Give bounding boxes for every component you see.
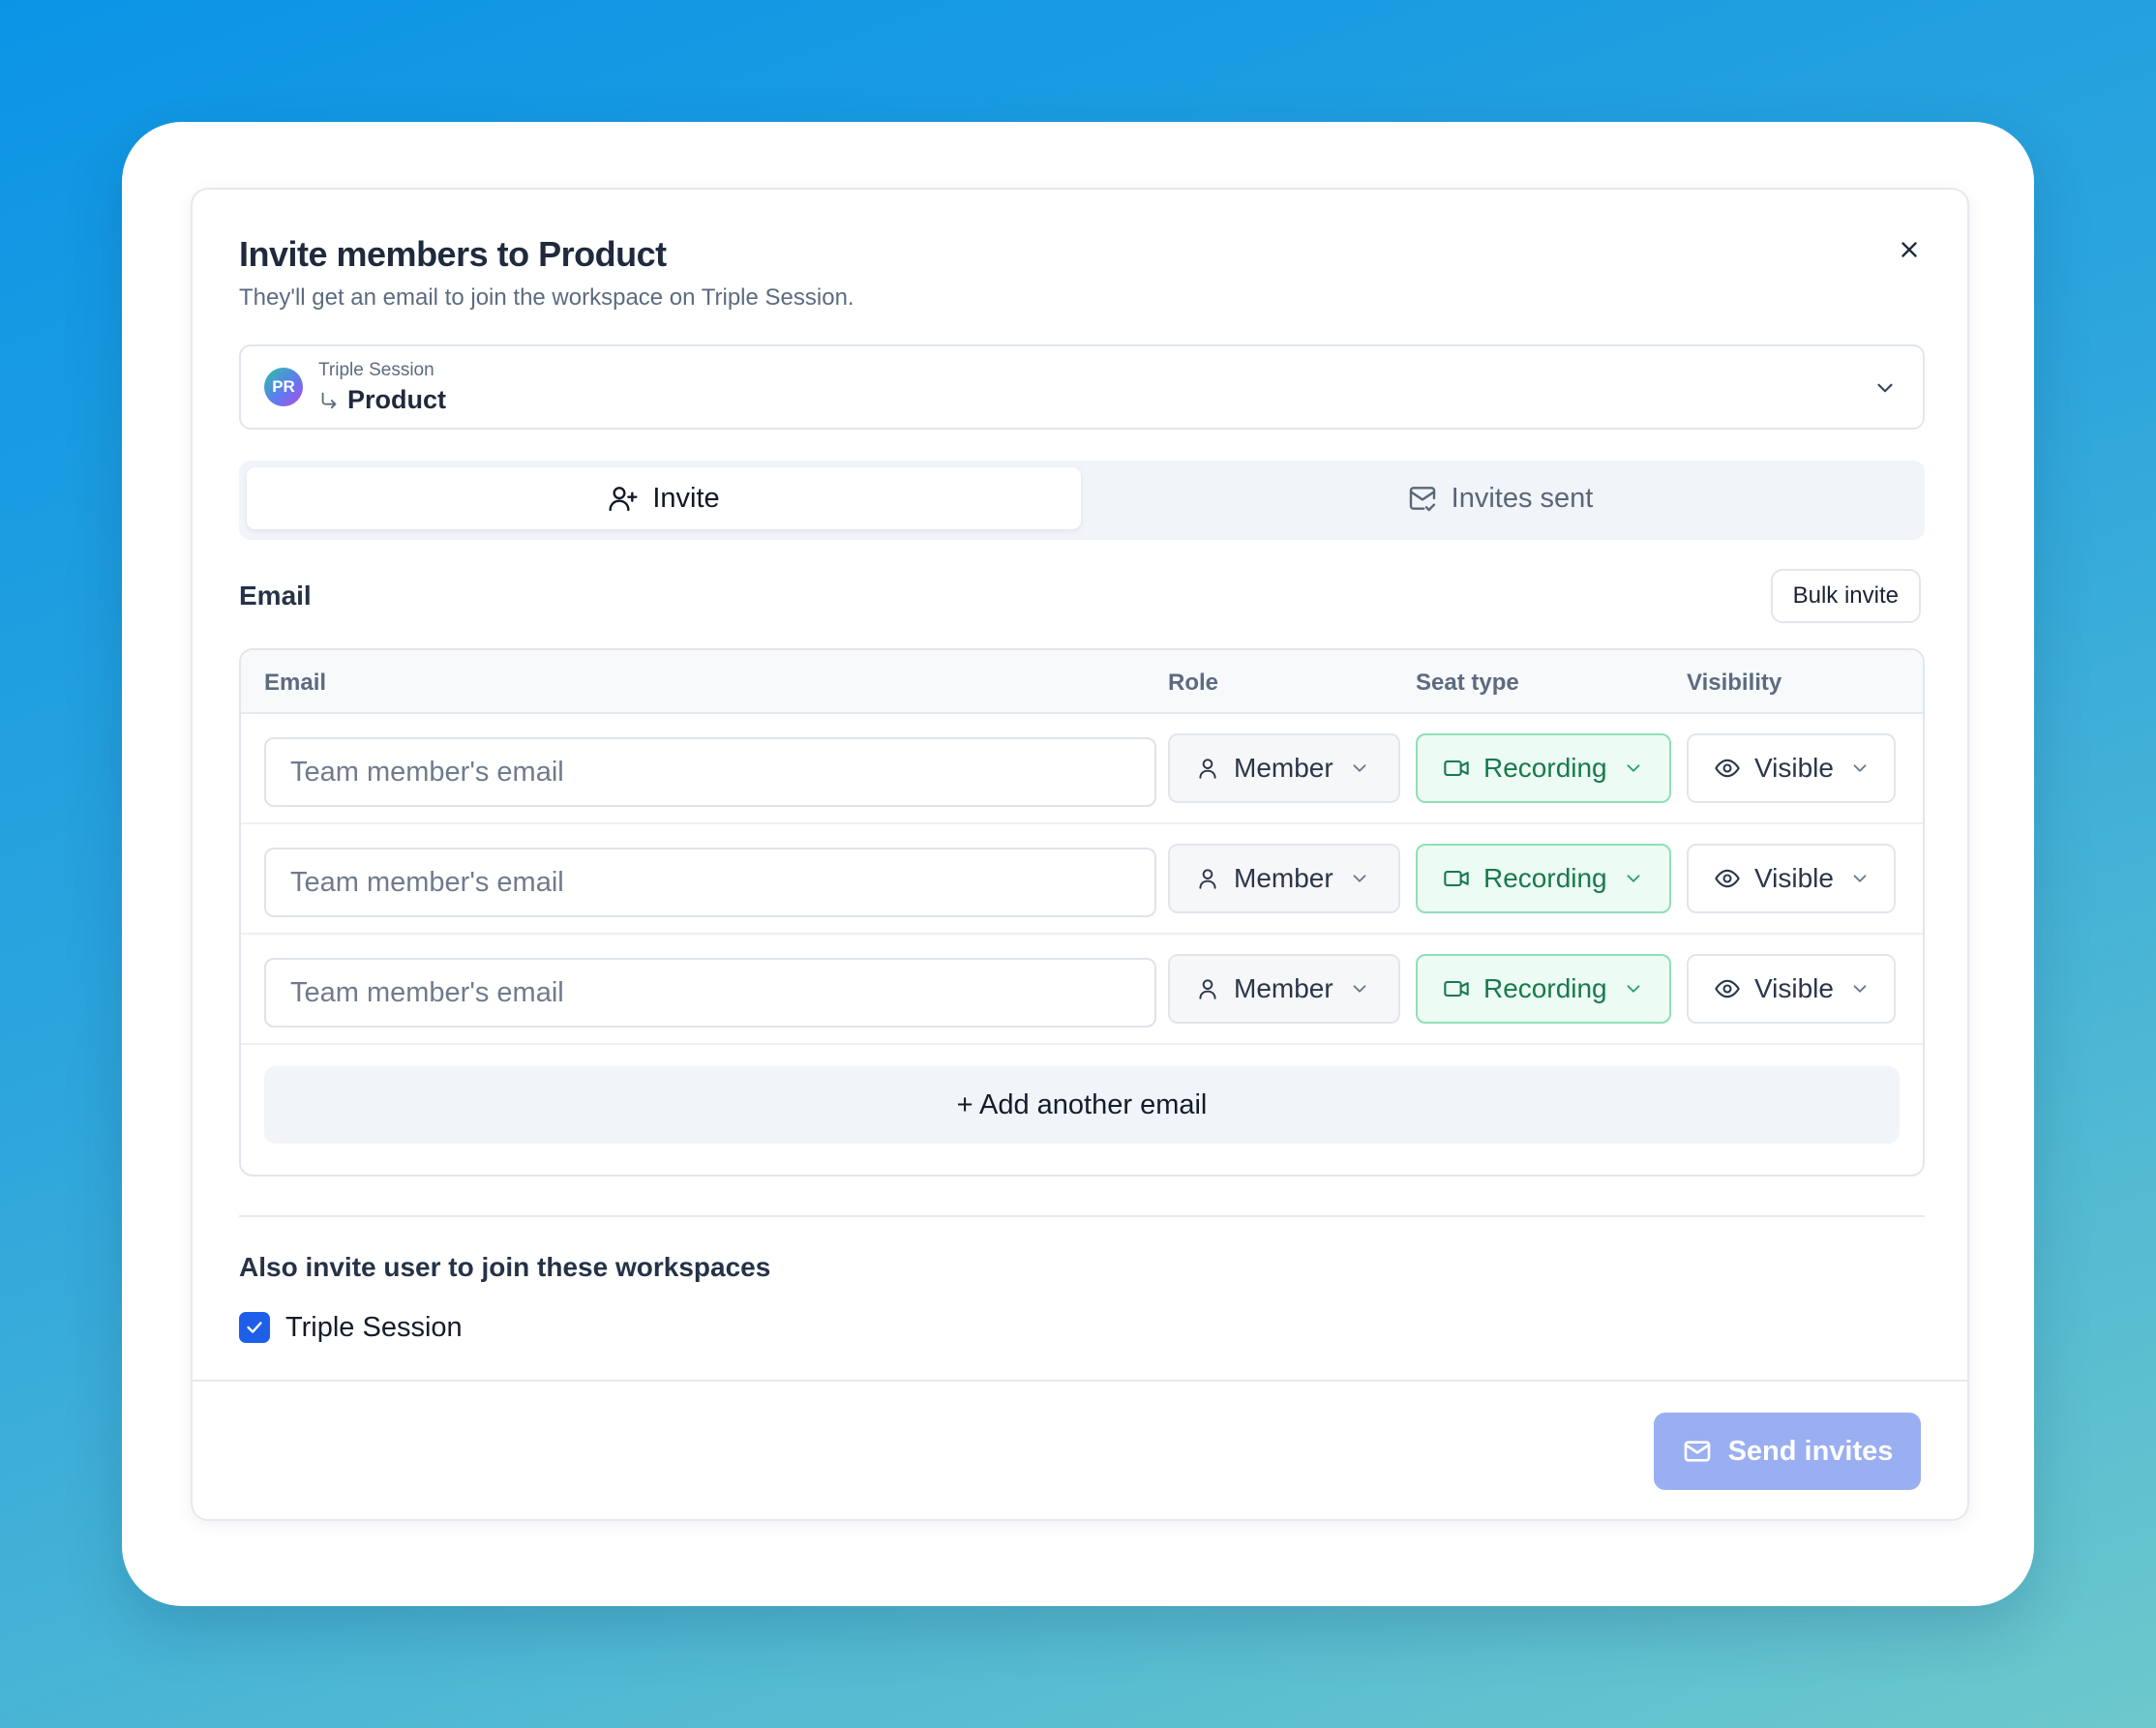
seat-type-value: Recording (1483, 753, 1607, 783)
workspace-checkbox-label[interactable]: Triple Session (285, 1312, 463, 1344)
table-header: Email Role Seat type Visibility (241, 650, 1923, 714)
video-icon (1444, 760, 1469, 777)
video-icon (1444, 870, 1469, 887)
sub-arrow-icon (321, 392, 337, 408)
user-plus-icon (609, 487, 638, 512)
email-field[interactable] (264, 958, 1156, 1028)
visibility-dropdown[interactable]: Visible (1687, 844, 1896, 913)
header-email: Email (264, 670, 327, 696)
bulk-invite-button[interactable]: Bulk invite (1770, 569, 1921, 623)
workspace-checkbox[interactable] (239, 1312, 270, 1343)
role-value: Member (1234, 973, 1333, 1003)
footer-divider (193, 1380, 1967, 1382)
add-another-email-button[interactable]: + Add another email (264, 1066, 1900, 1144)
seat-type-value: Recording (1483, 973, 1607, 1003)
close-icon (1901, 242, 1917, 257)
send-invites-button[interactable]: Send invites (1654, 1413, 1921, 1490)
email-field[interactable] (264, 737, 1156, 807)
user-icon (1199, 869, 1216, 889)
role-dropdown[interactable]: Member (1168, 844, 1400, 913)
chevron-down-icon (1353, 764, 1366, 772)
chevron-down-icon (1353, 985, 1366, 993)
header-seat-type: Seat type (1416, 670, 1519, 696)
table-row: Member Recording Visible (241, 935, 1923, 1045)
chevron-down-icon (1853, 764, 1867, 772)
check-icon (247, 1322, 262, 1333)
tab-bar: Invite Invites sent (239, 461, 1925, 540)
video-icon (1444, 980, 1469, 998)
table-row: Member Recording Visible (241, 824, 1923, 935)
workspace-avatar: PR (264, 368, 303, 406)
chevron-down-icon (1853, 875, 1867, 882)
send-invites-label: Send invites (1727, 1435, 1894, 1467)
role-dropdown[interactable]: Member (1168, 733, 1400, 803)
tab-invite-label: Invite (652, 482, 720, 514)
tab-invites-sent-label: Invites sent (1451, 482, 1594, 514)
visibility-value: Visible (1754, 753, 1834, 783)
eye-icon (1715, 759, 1740, 778)
workspace-selector[interactable]: PR Triple Session Product (239, 344, 1925, 430)
tab-invites-sent[interactable]: Invites sent (1083, 467, 1917, 529)
section-divider (239, 1215, 1925, 1217)
email-field[interactable] (264, 848, 1156, 917)
header-role: Role (1168, 670, 1219, 696)
also-invite-label: Also invite user to join these workspace… (239, 1252, 771, 1282)
role-value: Member (1234, 753, 1333, 783)
visibility-dropdown[interactable]: Visible (1687, 954, 1896, 1024)
dialog-subtitle: They'll get an email to join the workspa… (239, 284, 854, 311)
user-icon (1199, 759, 1216, 779)
close-button[interactable] (1890, 230, 1929, 269)
invite-table: Email Role Seat type Visibility Member R… (239, 648, 1925, 1177)
eye-icon (1715, 979, 1740, 998)
tab-invite[interactable]: Invite (247, 467, 1081, 529)
dialog-title: Invite members to Product (239, 234, 667, 274)
chevron-down-icon (1877, 383, 1893, 393)
header-visibility: Visibility (1687, 670, 1782, 696)
chevron-down-icon (1353, 875, 1366, 882)
seat-type-dropdown[interactable]: Recording (1416, 954, 1671, 1024)
workspace-parent-name: Triple Session (318, 360, 434, 380)
email-section-label: Email (239, 581, 312, 611)
eye-icon (1715, 869, 1740, 888)
seat-type-dropdown[interactable]: Recording (1416, 844, 1671, 913)
table-row: Member Recording Visible (241, 714, 1923, 824)
role-dropdown[interactable]: Member (1168, 954, 1400, 1024)
mail-check-icon (1409, 487, 1435, 512)
invite-dialog: Invite members to Product They'll get an… (191, 188, 1969, 1521)
seat-type-value: Recording (1483, 863, 1607, 893)
visibility-value: Visible (1754, 973, 1834, 1003)
chevron-down-icon (1853, 985, 1867, 993)
workspace-child-row: Product (318, 385, 446, 415)
role-value: Member (1234, 863, 1333, 893)
chevron-down-icon (1627, 764, 1640, 772)
user-icon (1199, 979, 1216, 999)
mail-icon (1684, 1441, 1710, 1462)
chevron-down-icon (1627, 875, 1640, 882)
workspace-child-name: Product (347, 385, 447, 414)
seat-type-dropdown[interactable]: Recording (1416, 733, 1671, 803)
chevron-down-icon (1627, 985, 1640, 993)
visibility-dropdown[interactable]: Visible (1687, 733, 1896, 803)
visibility-value: Visible (1754, 863, 1834, 893)
